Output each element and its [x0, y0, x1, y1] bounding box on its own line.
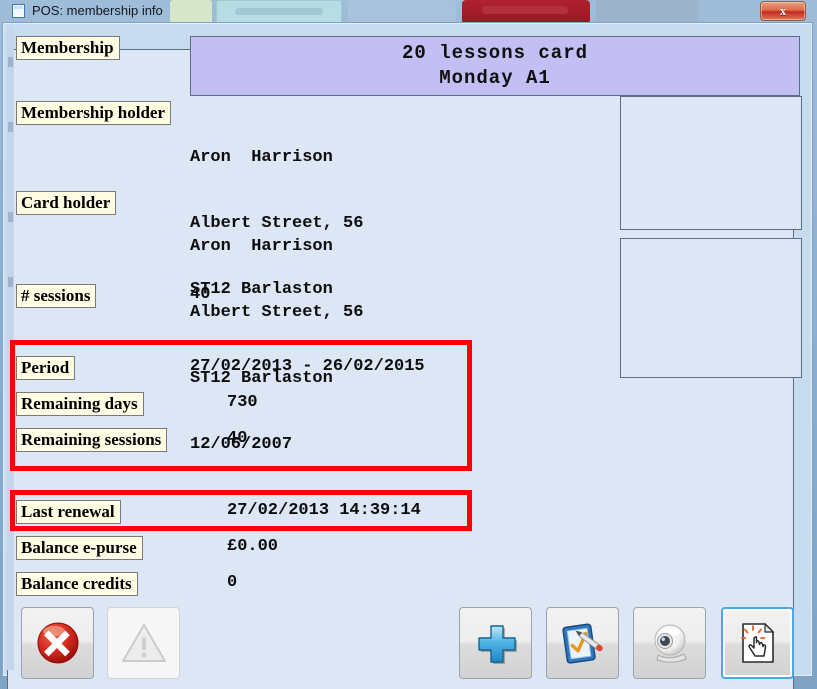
membership-card-title: 20 lessons card Monday A1	[190, 36, 800, 96]
membership-label-row: Membership	[16, 36, 120, 60]
membership-info-window: POS: membership info x Membership 20 les…	[2, 0, 813, 689]
balance-credits-value: 0	[227, 573, 238, 592]
balance-credits-label: Balance credits	[16, 572, 138, 596]
membership-label: Membership	[16, 36, 120, 60]
form-checkmark-pen-icon	[561, 623, 603, 664]
title-bar: POS: membership info x	[2, 0, 813, 22]
balance-epurse-label: Balance e-purse	[16, 536, 143, 560]
document-hand-click-icon	[740, 622, 774, 663]
photo-placeholder-2[interactable]	[620, 238, 802, 378]
webcam-icon	[654, 624, 687, 663]
period-label: Period	[16, 356, 76, 380]
cancel-button[interactable]	[21, 607, 94, 679]
screenshot-root: POS: membership info x Membership 20 les…	[0, 0, 817, 689]
card-holder-label: Card holder	[16, 191, 117, 215]
close-button[interactable]: x	[760, 1, 806, 21]
card-holder-label-row: Card holder	[16, 191, 117, 215]
edit-button[interactable]	[546, 607, 619, 679]
card-holder-line-2: Albert Street, 56	[190, 303, 364, 322]
window-title: POS: membership info	[32, 3, 163, 18]
remaining-sessions-label: Remaining sessions	[16, 428, 168, 452]
balance-epurse-label-row: Balance e-purse	[16, 536, 143, 560]
warning-button	[107, 607, 180, 679]
add-button[interactable]	[459, 607, 532, 679]
remaining-sessions-label-row: Remaining sessions	[16, 428, 168, 452]
window-icon	[12, 4, 25, 18]
sessions-label: # sessions	[16, 284, 97, 308]
last-renewal-value: 27/02/2013 14:39:14	[227, 501, 421, 520]
sessions-label-row: # sessions	[16, 284, 97, 308]
blue-plus-icon	[477, 625, 517, 664]
close-icon: x	[779, 3, 787, 18]
last-renewal-label: Last renewal	[16, 500, 121, 524]
card-title-line-2: Monday A1	[439, 67, 551, 89]
webcam-button[interactable]	[633, 607, 706, 679]
membership-holder-label: Membership holder	[16, 101, 172, 125]
sessions-value: 40	[190, 285, 211, 304]
balance-credits-label-row: Balance credits	[16, 572, 138, 596]
photo-placeholder-1[interactable]	[620, 96, 802, 230]
card-title-line-1: 20 lessons card	[401, 42, 589, 64]
remaining-days-label: Remaining days	[16, 392, 144, 416]
red-circle-x-icon	[37, 622, 78, 664]
period-value: 27/02/2013 - 26/02/2015	[190, 357, 425, 376]
remaining-sessions-value: 40	[227, 429, 248, 448]
remaining-days-label-row: Remaining days	[16, 392, 144, 416]
remaining-days-value: 730	[227, 393, 258, 412]
card-holder-line-1: Aron Harrison	[190, 237, 333, 256]
signature-button[interactable]	[721, 607, 794, 679]
warning-triangle-icon	[121, 624, 166, 662]
last-renewal-label-row: Last renewal	[16, 500, 121, 524]
membership-holder-line-1: Aron Harrison	[190, 148, 333, 167]
balance-epurse-value: £0.00	[227, 537, 279, 556]
period-label-row: Period	[16, 356, 76, 380]
membership-holder-label-row: Membership holder	[16, 101, 172, 125]
